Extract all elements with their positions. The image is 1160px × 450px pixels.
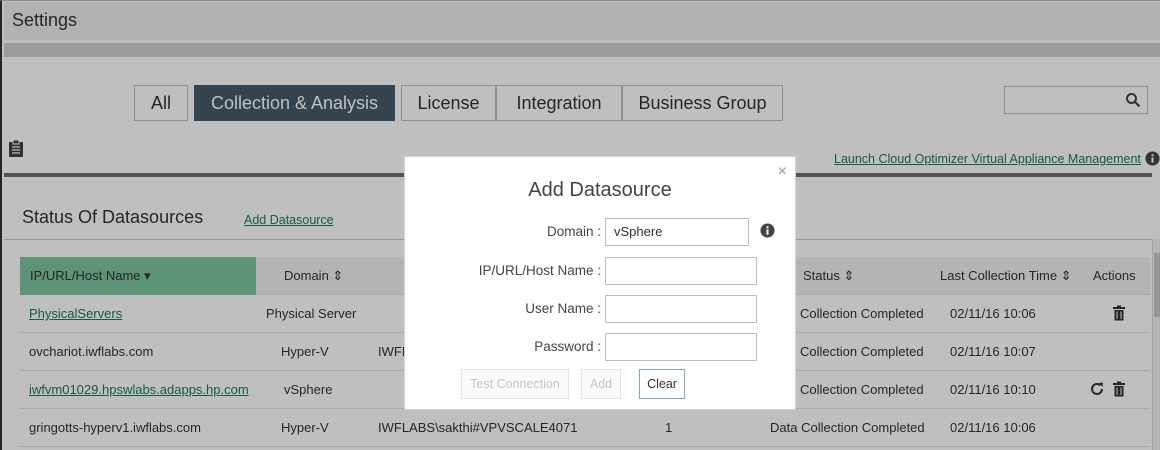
host-label: IP/URL/Host Name :	[478, 263, 601, 278]
info-icon[interactable]	[760, 223, 775, 238]
username-label: User Name :	[525, 301, 601, 316]
add-button[interactable]: Add	[581, 369, 621, 399]
password-label: Password :	[534, 339, 601, 354]
username-input[interactable]	[605, 295, 757, 323]
clear-button[interactable]: Clear	[639, 369, 685, 399]
domain-select[interactable]: vSphere	[605, 218, 749, 246]
add-datasource-dialog: × Add Datasource Domain : vSphere IP/URL…	[404, 156, 796, 410]
host-input[interactable]	[605, 257, 757, 285]
dialog-title: Add Datasource	[528, 179, 672, 201]
test-connection-button[interactable]: Test Connection	[461, 369, 569, 399]
domain-label: Domain :	[546, 224, 601, 239]
password-input[interactable]	[605, 333, 757, 361]
